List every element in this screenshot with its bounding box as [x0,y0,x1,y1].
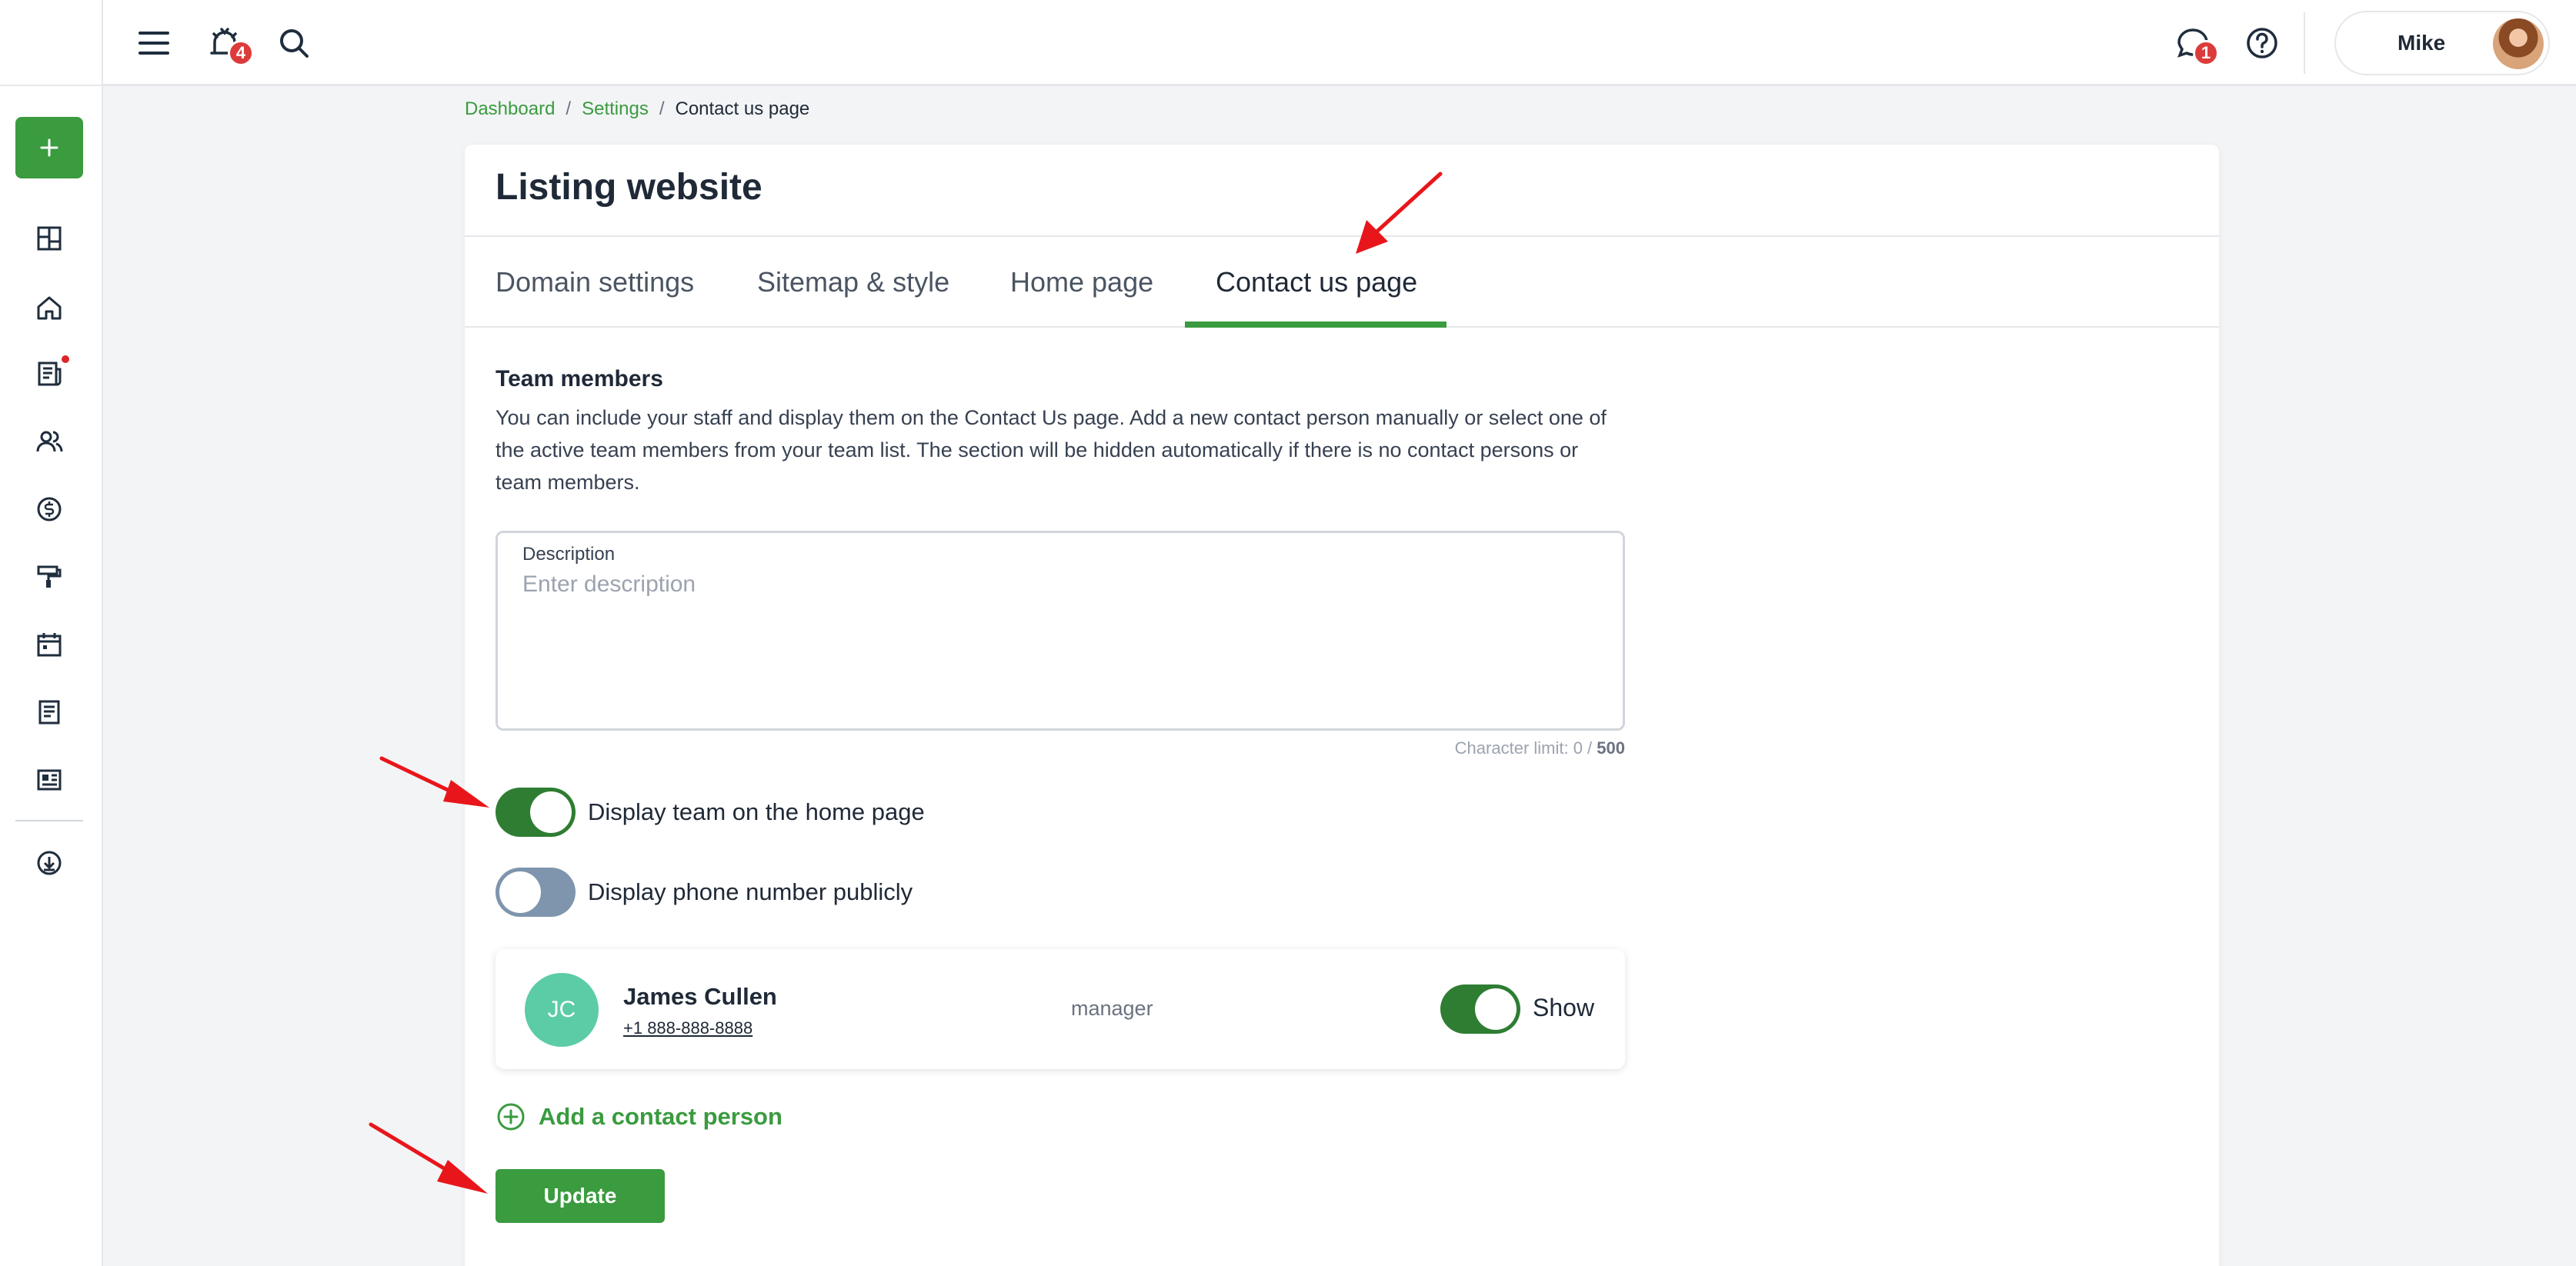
topbar-divider [2304,12,2305,74]
breadcrumb-separator: / [659,98,665,119]
breadcrumb-separator: / [566,98,572,119]
cloud-download-icon [37,851,62,875]
member-show-toggle[interactable] [1440,984,1520,1034]
sidebar-item-properties[interactable] [32,291,66,325]
sidebar-logo-area [0,0,102,86]
top-bar: 4 1 Mike [103,0,2576,86]
annotation-arrow-update [369,1122,488,1194]
team-member-row: JC James Cullen +1 888-888-8888 manager … [496,949,1625,1069]
display-phone-toggle[interactable] [496,868,576,917]
character-limit-max: 500 [1597,738,1625,758]
update-button[interactable]: Update [496,1169,665,1223]
sidebar-item-listings[interactable] [32,355,69,391]
user-name: Mike [2397,31,2446,55]
tab-home-page[interactable]: Home page [1010,237,1153,328]
member-role: manager [1071,997,1153,1020]
annotation-arrow-toggle [379,756,489,808]
description-field: Description [496,531,1625,731]
section-description: You can include your staff and display t… [496,406,1607,494]
member-avatar: JC [525,973,599,1047]
description-input[interactable] [522,571,1592,718]
sidebar-item-website[interactable] [32,560,66,594]
plus-icon [40,138,58,157]
avatar [2493,18,2544,69]
create-new-button[interactable] [15,117,83,178]
help-button[interactable] [2242,23,2282,63]
character-limit-text: Character limit: 0 / [1454,738,1597,758]
sidebar-divider [15,820,83,821]
calendar-icon [37,633,62,657]
document-icon [38,361,62,386]
sidebar-item-contacts[interactable] [32,425,66,458]
plus-circle-icon [497,1103,525,1131]
member-name: James Cullen [623,983,777,1010]
home-icon [37,296,62,320]
sidebar-item-finance[interactable] [32,492,66,526]
notifications-button[interactable]: 4 [205,23,254,66]
menu-button[interactable] [134,23,174,63]
messages-button[interactable]: 1 [2173,23,2219,66]
add-contact-button[interactable]: Add a contact person [496,1101,782,1132]
newspaper-icon [37,769,62,791]
toggle-knob [530,791,572,833]
display-team-label: Display team on the home page [588,798,925,825]
toggle-knob [499,871,541,913]
member-show-label: Show [1533,994,1595,1021]
breadcrumb-dashboard[interactable]: Dashboard [465,98,555,120]
users-icon [36,431,63,452]
sidebar-item-download[interactable] [32,846,66,880]
hamburger-icon [138,32,169,55]
member-phone-link[interactable]: +1 888-888-8888 [623,1018,752,1038]
user-menu[interactable]: Mike [2334,11,2550,75]
add-contact-label: Add a contact person [539,1103,782,1130]
list-document-icon [38,700,60,725]
dashboard-icon [37,226,62,251]
sidebar-item-reports[interactable] [32,695,66,729]
description-label: Description [522,544,616,565]
dollar-icon [37,497,62,521]
search-icon [280,29,309,58]
tab-domain-settings[interactable]: Domain settings [496,237,694,328]
display-phone-label: Display phone number publicly [588,878,913,905]
page-title: Listing website [496,167,762,208]
messages-badge: 1 [2193,40,2219,66]
sidebar [0,0,103,1266]
sidebar-item-news[interactable] [32,763,66,797]
notifications-badge: 4 [228,40,254,66]
sidebar-item-dashboard[interactable] [32,222,66,255]
help-icon [2247,28,2277,58]
notification-dot [62,355,69,363]
section-title: Team members [496,366,663,391]
character-limit: Character limit: 0 / 500 [1440,738,1625,758]
breadcrumb-settings[interactable]: Settings [582,98,649,120]
toggle-knob [1475,988,1517,1030]
settings-card: Listing website Domain settings Sitemap … [465,145,2219,1266]
search-button[interactable] [274,23,314,63]
display-team-toggle[interactable] [496,788,576,837]
paint-roller-icon [37,565,62,588]
tab-sitemap-style[interactable]: Sitemap & style [757,237,949,328]
breadcrumb-current: Contact us page [675,98,810,119]
breadcrumb: Dashboard / Settings / Contact us page [465,98,809,120]
annotation-arrow-tab [1356,172,1443,254]
active-tab-indicator [1185,321,1446,328]
sidebar-item-calendar[interactable] [32,628,66,661]
